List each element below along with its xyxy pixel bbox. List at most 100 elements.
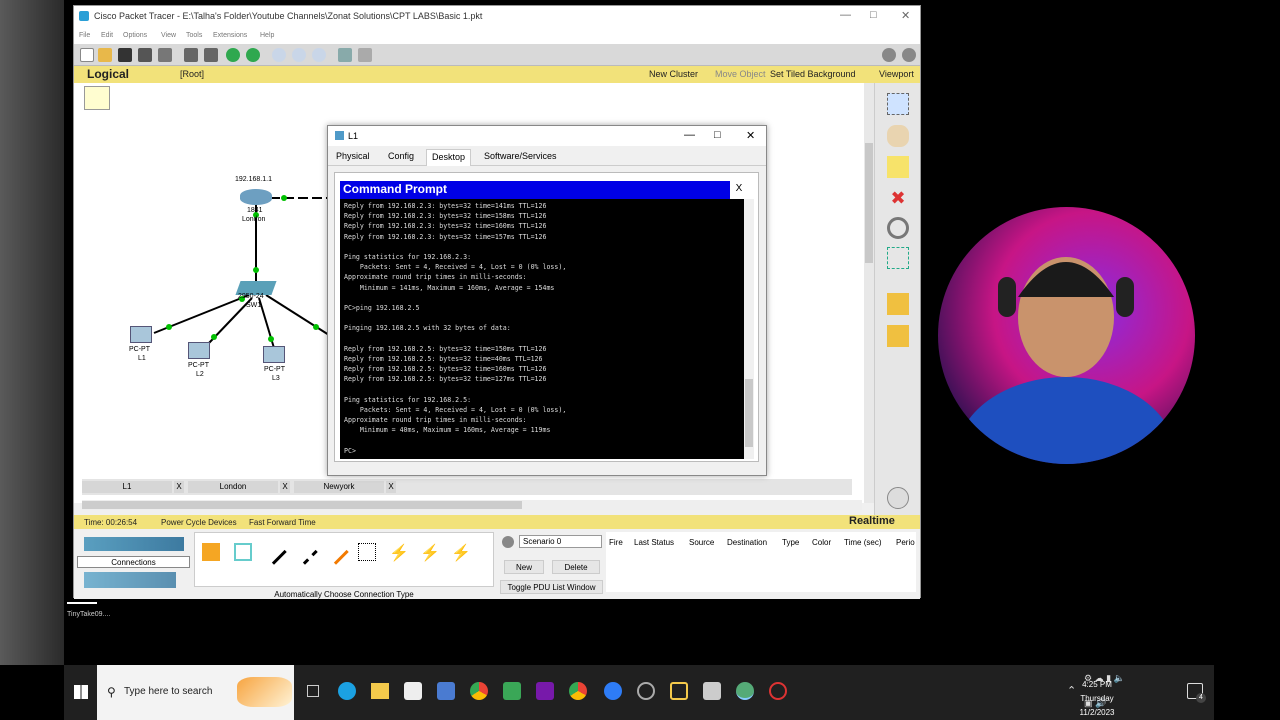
resize-tool-icon[interactable] — [887, 247, 909, 269]
viewport-button[interactable]: Viewport — [879, 69, 914, 79]
fiber-cable-icon[interactable] — [323, 539, 349, 565]
router-icon[interactable] — [240, 189, 272, 205]
chrome-profile-icon[interactable] — [569, 682, 587, 700]
tab-london[interactable]: London — [188, 481, 278, 493]
toggle-pdu-list-button[interactable]: Toggle PDU List Window — [500, 580, 603, 594]
tab-l1[interactable]: L1 — [82, 481, 172, 493]
maximize-button[interactable]: □ — [870, 9, 877, 21]
delete-scenario-button[interactable]: Delete — [552, 560, 600, 574]
menu-tools[interactable]: Tools — [186, 32, 202, 39]
tinytake-label[interactable]: TinyTake09.... — [67, 611, 110, 618]
info-icon[interactable] — [882, 48, 896, 62]
zoom-out-icon[interactable] — [312, 48, 326, 62]
minimize-button[interactable]: — — [840, 9, 851, 21]
tab-london-close[interactable]: X — [280, 481, 290, 493]
mail-icon[interactable] — [437, 682, 455, 700]
palette-icon[interactable] — [338, 48, 352, 62]
tab-config[interactable]: Config — [383, 149, 419, 166]
scroll-thumb[interactable] — [865, 143, 873, 263]
set-tiled-background-button[interactable]: Set Tiled Background — [770, 69, 856, 79]
device-category-icons[interactable] — [84, 537, 184, 551]
auto-connection-icon[interactable] — [202, 543, 220, 561]
l1-minimize-button[interactable]: — — [684, 129, 695, 141]
app-blue-icon[interactable] — [604, 682, 622, 700]
terminal-scrollbar[interactable] — [744, 199, 754, 459]
wizard-icon[interactable] — [158, 48, 172, 62]
zoom-in-icon[interactable] — [272, 48, 286, 62]
fast-forward-button[interactable]: Fast Forward Time — [249, 518, 316, 527]
menu-edit[interactable]: Edit — [101, 32, 113, 39]
power-cycle-button[interactable]: Power Cycle Devices — [161, 518, 237, 527]
straight-cable-icon[interactable] — [261, 539, 287, 565]
terminal-output[interactable]: Reply from 192.168.2.3: bytes=32 time=14… — [340, 199, 744, 459]
move-object-button[interactable]: Move Object — [715, 69, 766, 79]
chrome-icon[interactable] — [470, 682, 488, 700]
menu-help[interactable]: Help — [260, 32, 274, 39]
logical-mode-label[interactable]: Logical — [87, 67, 129, 81]
obs-icon[interactable] — [637, 682, 655, 700]
task-view-icon[interactable] — [307, 685, 319, 697]
notes-app-icon[interactable] — [670, 682, 688, 700]
add-simple-pdu-icon[interactable] — [887, 293, 909, 315]
menu-options[interactable]: Options — [123, 32, 147, 39]
window-app-icon[interactable] — [703, 682, 721, 700]
zoom-reset-icon[interactable] — [292, 48, 306, 62]
print-icon[interactable] — [138, 48, 152, 62]
scenario-info-icon[interactable] — [502, 536, 514, 548]
open-folder-icon[interactable] — [98, 48, 112, 62]
delete-tool-icon[interactable]: ✖ — [887, 187, 909, 209]
note-tool-icon[interactable] — [887, 156, 909, 178]
l1-close-button[interactable]: ✕ — [746, 129, 755, 142]
scroll-thumb[interactable] — [745, 379, 753, 447]
new-file-icon[interactable] — [80, 48, 94, 62]
subcategory-icons[interactable] — [84, 572, 176, 588]
workspace-horizontal-scrollbar[interactable] — [82, 500, 862, 510]
l1-maximize-button[interactable]: □ — [714, 129, 721, 141]
phone-cable-icon[interactable] — [358, 543, 376, 561]
tab-l1-close[interactable]: X — [174, 481, 184, 493]
recorder-icon[interactable] — [769, 682, 787, 700]
new-scenario-button[interactable]: New — [504, 560, 544, 574]
realtime-clock-icon[interactable] — [887, 487, 909, 509]
pc-l3-icon[interactable] — [263, 346, 285, 363]
tab-newyork[interactable]: Newyork — [294, 481, 384, 493]
packet-tracer-task-icon[interactable] — [736, 682, 754, 700]
sheets-icon[interactable] — [503, 682, 521, 700]
copy-icon[interactable] — [184, 48, 198, 62]
select-tool-icon[interactable] — [887, 93, 909, 115]
pc-l1-icon[interactable] — [130, 326, 152, 343]
realtime-mode-label[interactable]: Realtime — [849, 515, 895, 527]
pc-l2-icon[interactable] — [188, 342, 210, 359]
tab-desktop[interactable]: Desktop — [426, 149, 472, 166]
serial-dte-icon[interactable]: ⚡ — [451, 543, 471, 562]
command-prompt-close-button[interactable]: X — [732, 181, 746, 197]
workspace-vertical-scrollbar[interactable] — [864, 83, 874, 503]
help-icon[interactable] — [902, 48, 916, 62]
file-explorer-icon[interactable] — [371, 683, 389, 699]
start-button-icon[interactable] — [74, 685, 88, 699]
tab-newyork-close[interactable]: X — [386, 481, 396, 493]
scenario-select[interactable]: Scenario 0 — [519, 535, 602, 548]
onenote-icon[interactable] — [536, 682, 554, 700]
hand-tool-icon[interactable] — [887, 125, 909, 147]
add-complex-pdu-icon[interactable] — [887, 325, 909, 347]
taskbar-clock[interactable]: 4:25 PM Thursday 11/2/2023 — [1072, 678, 1122, 720]
store-icon[interactable] — [404, 682, 422, 700]
custom-device-icon[interactable] — [358, 48, 372, 62]
tab-software-services[interactable]: Software/Services — [479, 149, 562, 166]
redo-icon[interactable] — [246, 48, 260, 62]
coaxial-cable-icon[interactable]: ⚡ — [389, 543, 409, 562]
crossover-cable-icon[interactable] — [292, 539, 318, 565]
serial-dce-icon[interactable]: ⚡ — [420, 543, 440, 562]
taskbar-search[interactable]: ⚲ Type here to search — [97, 665, 294, 720]
paste-icon[interactable] — [204, 48, 218, 62]
menu-view[interactable]: View — [161, 32, 176, 39]
undo-icon[interactable] — [226, 48, 240, 62]
inspect-tool-icon[interactable] — [887, 217, 909, 239]
root-breadcrumb[interactable]: [Root] — [180, 69, 204, 79]
edge-icon[interactable] — [338, 682, 356, 700]
save-icon[interactable] — [118, 48, 132, 62]
new-cluster-button[interactable]: New Cluster — [649, 69, 698, 79]
menu-file[interactable]: File — [79, 32, 90, 39]
console-cable-icon[interactable] — [234, 543, 252, 561]
